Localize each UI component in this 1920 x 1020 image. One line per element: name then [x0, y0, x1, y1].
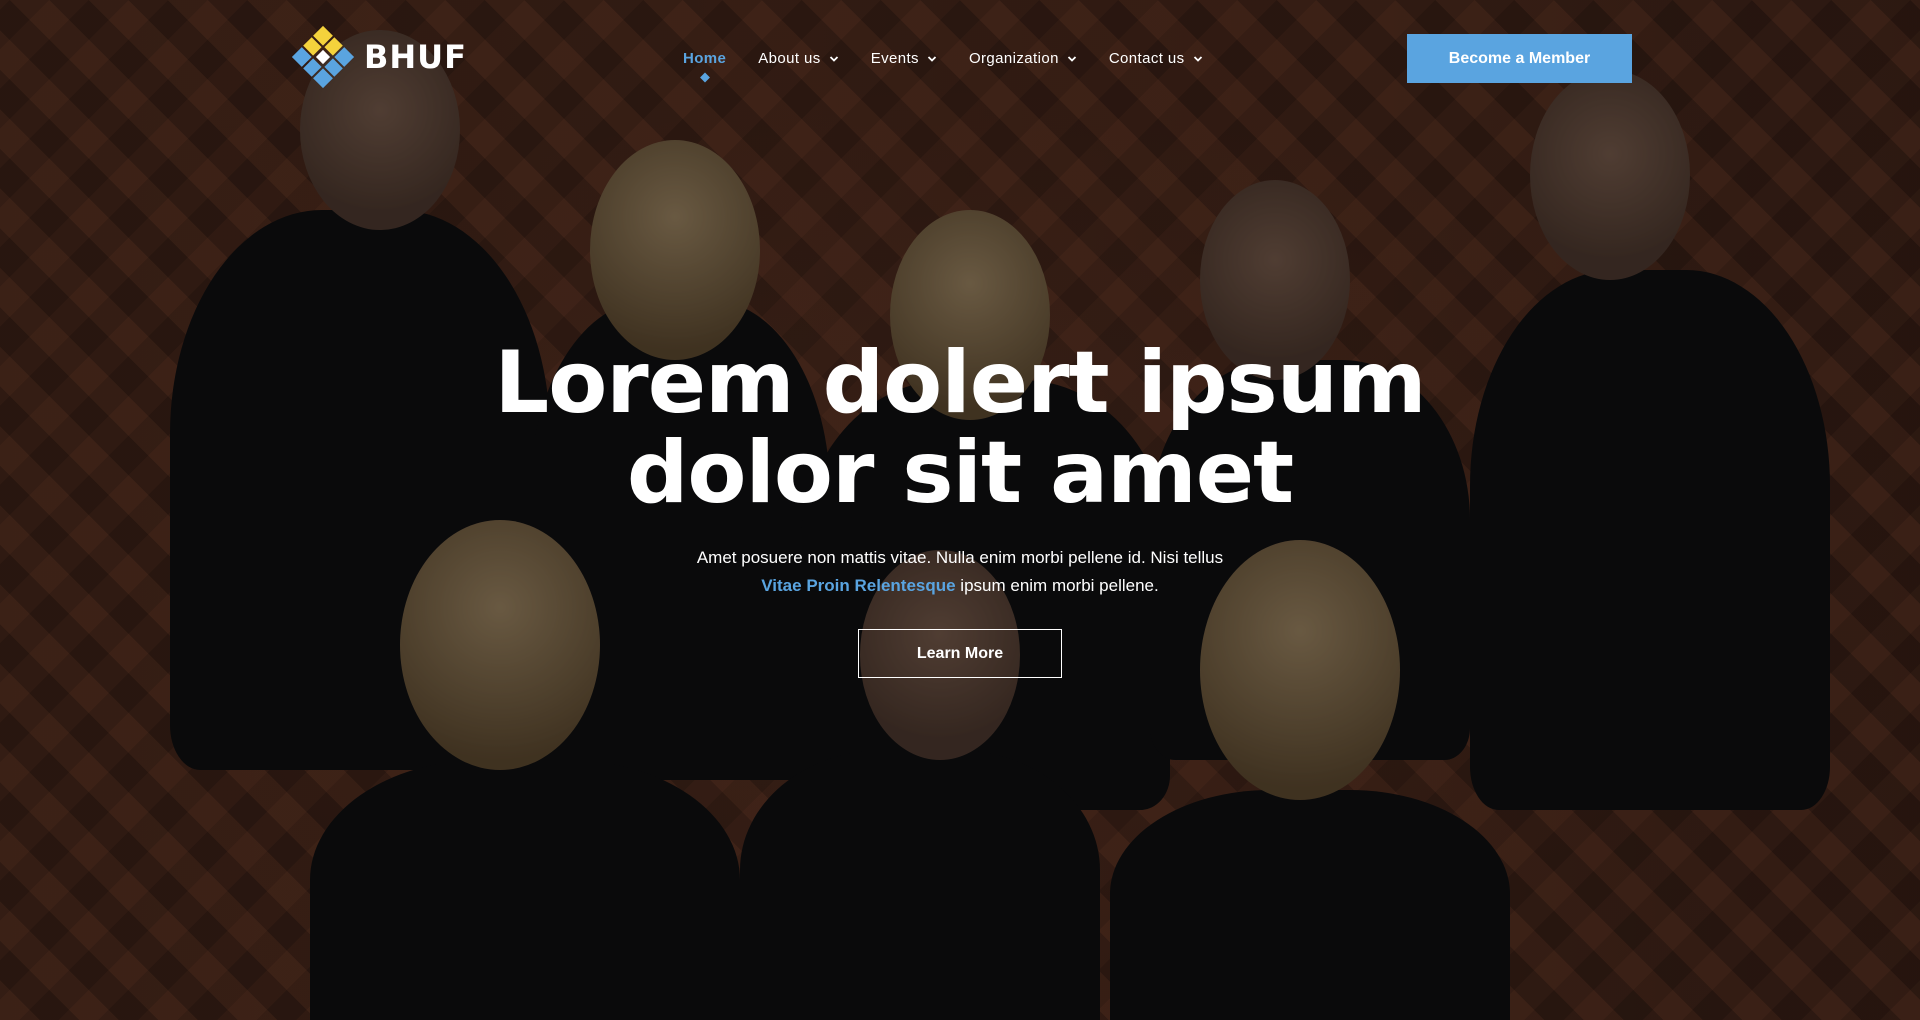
learn-more-button[interactable]: Learn More	[858, 629, 1062, 678]
nav-item-label: Events	[870, 50, 919, 67]
brand-logo[interactable]: BHUF	[288, 22, 467, 92]
site-header: BHUF Home About us Events Organization C…	[0, 0, 1920, 120]
hero-title-line: Lorem dolert ipsum	[494, 333, 1426, 433]
nav-item-label: Organization	[968, 50, 1059, 67]
chevron-down-icon	[1193, 55, 1202, 62]
hero-title: Lorem dolert ipsum dolor sit amet	[0, 338, 1920, 518]
nav-item-label: Home	[683, 50, 727, 67]
brand-logo-icon	[291, 25, 355, 89]
become-member-button[interactable]: Become a Member	[1407, 34, 1632, 83]
nav-item-home[interactable]: Home	[683, 50, 727, 83]
main-navigation: Home About us Events Organization Contac…	[683, 50, 1203, 83]
hero-subtitle-text: ipsum enim morbi pellene.	[955, 576, 1159, 595]
hero-subtitle-line: Vitae Proin Relentesque ipsum enim morbi…	[0, 572, 1920, 600]
nav-item-label: Contact us	[1108, 50, 1185, 67]
chevron-down-icon	[1067, 55, 1076, 62]
nav-item-events[interactable]: Events	[871, 50, 937, 67]
hero-highlight-link[interactable]: Vitae Proin Relentesque	[761, 576, 955, 595]
nav-item-organization[interactable]: Organization	[969, 50, 1077, 67]
chevron-down-icon	[927, 55, 937, 62]
active-indicator	[699, 72, 710, 83]
nav-item-contact-us[interactable]: Contact us	[1109, 50, 1203, 67]
hero-subtitle-line: Amet posuere non mattis vitae. Nulla eni…	[696, 548, 1224, 567]
brand-name: BHUF	[364, 38, 468, 76]
nav-item-about-us[interactable]: About us	[758, 50, 838, 67]
chevron-down-icon	[829, 55, 838, 62]
hero-section: BHUF Home About us Events Organization C…	[0, 0, 1920, 1020]
nav-item-label: About us	[758, 50, 821, 67]
hero-subtitle: Amet posuere non mattis vitae. Nulla eni…	[0, 544, 1920, 600]
hero-title-line: dolor sit amet	[626, 423, 1294, 523]
